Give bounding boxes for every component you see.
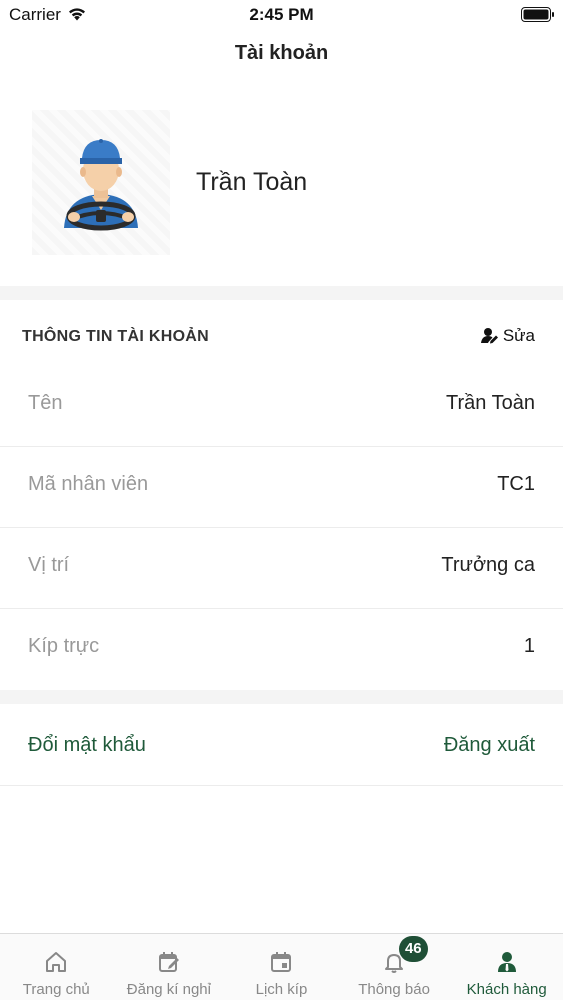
clock: 2:45 PM: [249, 5, 314, 24]
edit-label: Sửa: [502, 326, 535, 345]
notification-badge: 46: [398, 936, 428, 962]
tab-home[interactable]: Trang chủ: [0, 934, 113, 1000]
tab-label: Đăng kí nghỉ: [126, 981, 211, 998]
info-label: Vị trí: [28, 554, 70, 576]
section-title: THÔNG TIN TÀI KHOẢN: [22, 328, 210, 345]
info-row-shift: Kíp trực 1: [0, 609, 563, 690]
profile-name: Trần Toàn: [196, 168, 308, 196]
logout-button[interactable]: Đăng xuất: [444, 734, 535, 757]
info-value: Trưởng ca: [441, 554, 535, 576]
account-info-header: THÔNG TIN TÀI KHOẢN Sửa: [0, 300, 563, 372]
status-bar: Carrier 2:45 PM: [0, 0, 563, 30]
user-edit-icon: [480, 328, 498, 344]
tab-label: Lịch kíp: [255, 981, 308, 998]
section-divider: [0, 690, 563, 704]
change-password-button[interactable]: Đổi mật khẩu: [28, 734, 146, 757]
info-label: Mã nhân viên: [28, 473, 149, 495]
person-icon: [497, 952, 516, 972]
info-value: TC1: [497, 473, 535, 495]
tab-customers[interactable]: Khách hàng: [450, 934, 563, 1000]
home-icon: [46, 952, 67, 972]
tab-label: Thông báo: [358, 981, 430, 998]
edit-button[interactable]: Sửa: [480, 326, 535, 346]
avatar: [32, 110, 170, 255]
calendar-edit-icon: [158, 952, 179, 972]
driver-avatar-icon: [64, 139, 138, 231]
info-row-name: Tên Trần Toàn: [0, 366, 563, 447]
battery-icon: [521, 7, 554, 22]
calendar-icon: [271, 952, 292, 972]
tab-leave-request[interactable]: Đăng kí nghỉ: [113, 934, 226, 1000]
info-row-employee-id: Mã nhân viên TC1: [0, 447, 563, 528]
section-divider: [0, 286, 563, 300]
tab-notifications[interactable]: 46 Thông báo: [338, 934, 451, 1000]
info-value: Trần Toàn: [446, 392, 535, 414]
info-label: Tên: [28, 392, 63, 414]
info-row-position: Vị trí Trưởng ca: [0, 528, 563, 609]
tab-shift-schedule[interactable]: Lịch kíp: [225, 934, 338, 1000]
account-actions: Đổi mật khẩu Đăng xuất: [0, 704, 563, 786]
profile-header: Trần Toàn: [0, 110, 563, 258]
tab-label: Trang chủ: [22, 981, 90, 998]
info-value: 1: [523, 635, 535, 657]
info-label: Kíp trực: [28, 635, 100, 657]
tab-bar: Trang chủ Đăng kí nghỉ Lịch kíp 46 Thông…: [0, 933, 563, 1000]
tab-label: Khách hàng: [466, 981, 547, 998]
page-title: Tài khoản: [234, 42, 329, 64]
